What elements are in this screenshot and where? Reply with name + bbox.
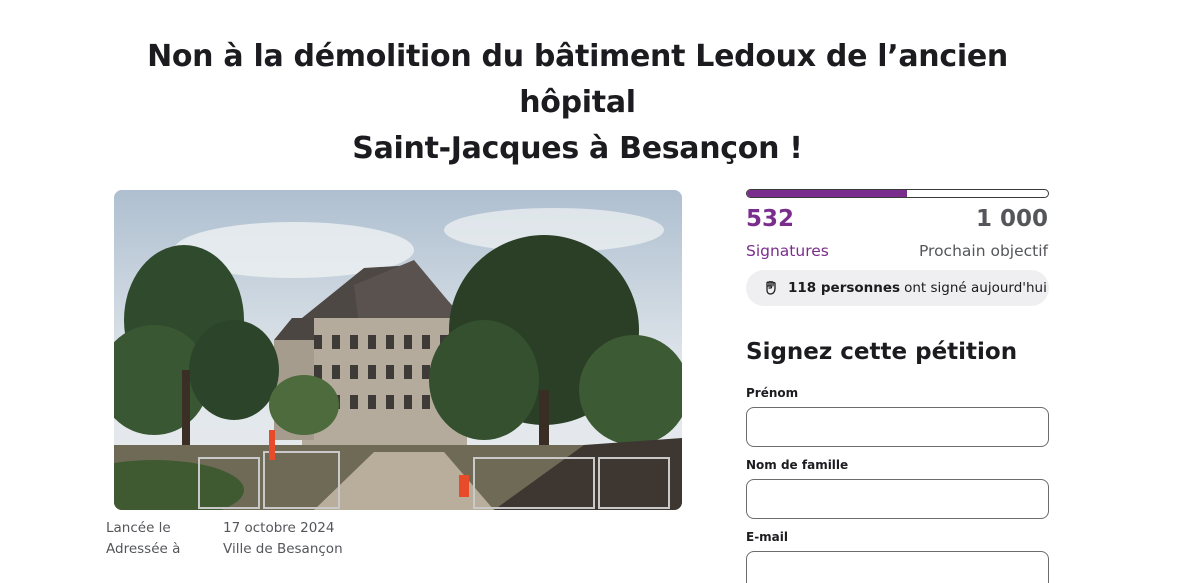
petition-photo bbox=[114, 190, 682, 510]
goal-label: Prochain objectif bbox=[918, 242, 1048, 260]
email-label: E-mail bbox=[746, 530, 789, 544]
building-photo-illustration bbox=[114, 190, 682, 510]
addressed-target: Ville de Besançon bbox=[223, 541, 343, 557]
last-name-label: Nom de famille bbox=[746, 458, 849, 472]
last-name-input[interactable] bbox=[746, 479, 1049, 519]
first-name-input[interactable] bbox=[746, 407, 1049, 447]
addressed-row: Adressée à Ville de Besançon bbox=[106, 539, 343, 560]
page-title: Non à la démolition du bâtiment Ledoux d… bbox=[90, 34, 1065, 172]
signatures-label: Signatures bbox=[746, 242, 829, 260]
title-line-1: Non à la démolition du bâtiment Ledoux d… bbox=[147, 39, 1008, 120]
raised-fist-icon bbox=[766, 280, 776, 295]
signatures-count: 532 bbox=[746, 206, 795, 232]
goal-count: 1 000 bbox=[975, 206, 1048, 232]
petition-meta: Lancée le 17 octobre 2024 Adressée à Vil… bbox=[106, 518, 343, 560]
launched-label: Lancée le bbox=[106, 520, 171, 536]
first-name-label: Prénom bbox=[746, 386, 799, 400]
title-line-2: Saint-Jacques à Besançon ! bbox=[352, 131, 803, 166]
petition-page: Non à la démolition du bâtiment Ledoux d… bbox=[0, 0, 1200, 583]
signed-today-badge: 118 personnes ont signé aujourd'hui bbox=[746, 270, 1049, 306]
launched-row: Lancée le 17 octobre 2024 bbox=[106, 518, 343, 539]
signature-progress-bar bbox=[746, 189, 1049, 198]
email-input[interactable] bbox=[746, 551, 1049, 583]
launched-date: 17 octobre 2024 bbox=[223, 520, 335, 536]
signature-progress-fill bbox=[747, 190, 908, 197]
signed-today-count: 118 personnes bbox=[788, 280, 901, 296]
sign-form-title: Signez cette pétition bbox=[746, 339, 1018, 365]
addressed-label: Adressée à bbox=[106, 541, 181, 557]
signed-today-text: ont signé aujourd'hui bbox=[904, 280, 1047, 296]
